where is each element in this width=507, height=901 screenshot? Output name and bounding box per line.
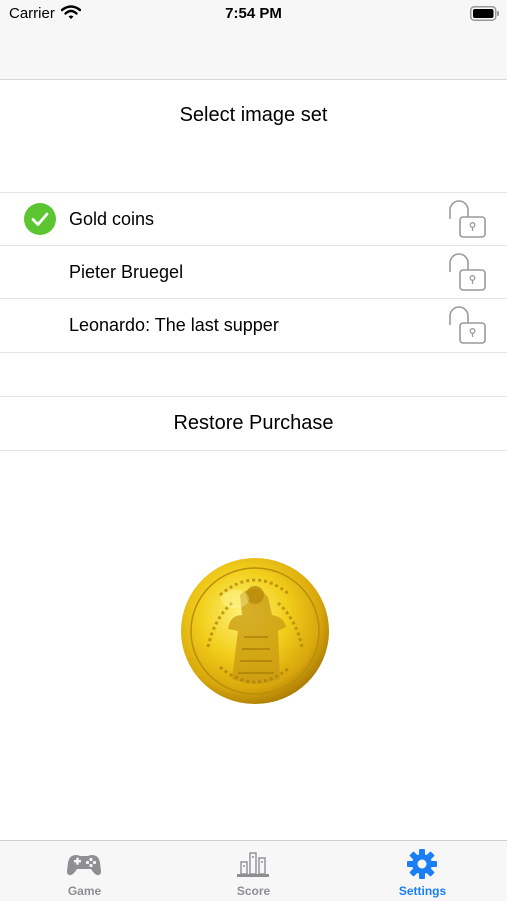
battery-icon (470, 6, 499, 21)
checkmark-icon (24, 203, 56, 235)
gamepad-icon (67, 855, 101, 876)
list-divider (0, 352, 507, 353)
unlocked-padlock-icon (449, 306, 486, 344)
image-set-label: Leonardo: The last supper (69, 315, 279, 335)
image-set-label: Gold coins (69, 209, 155, 229)
section-title: Select image set (179, 104, 328, 126)
tab-settings[interactable]: Settings (338, 841, 507, 901)
tab-label-game: Game (67, 884, 102, 898)
tab-label-settings: Settings (398, 884, 447, 898)
unlocked-padlock-icon (449, 253, 486, 291)
image-set-row-pieter-bruegel[interactable]: Pieter Bruegel (0, 245, 507, 299)
image-set-row-gold-coins[interactable]: Gold coins (0, 192, 507, 246)
status-bar: Carrier 7:54 PM (0, 0, 507, 28)
score-bars-icon (237, 852, 269, 877)
gold-coin-image (181, 558, 329, 704)
tab-score[interactable]: Score (169, 841, 338, 901)
tab-label-score: Score (236, 884, 271, 898)
navigation-bar (0, 28, 507, 80)
image-set-label: Pieter Bruegel (69, 262, 184, 282)
unlocked-padlock-icon (449, 200, 486, 238)
restore-purchase-button[interactable]: Restore Purchase (0, 396, 507, 451)
image-set-row-leonardo[interactable]: Leonardo: The last supper (0, 298, 507, 352)
tab-bar: Game Score Settings (0, 840, 507, 901)
gear-icon (407, 849, 437, 879)
status-time: 7:54 PM (225, 5, 282, 22)
tab-game[interactable]: Game (0, 841, 169, 901)
